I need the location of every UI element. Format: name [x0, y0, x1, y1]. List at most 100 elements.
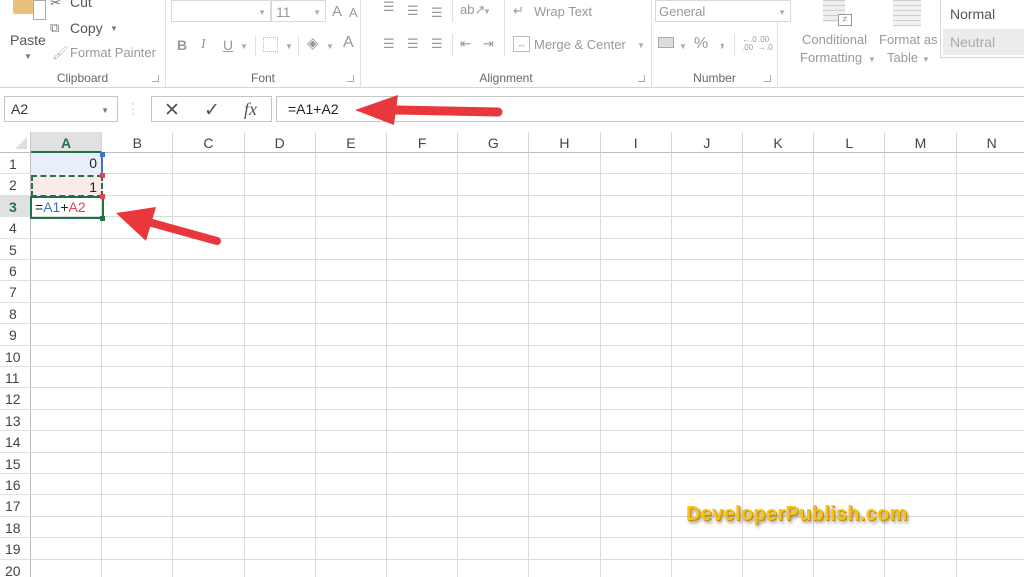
row-header-8[interactable]: 8 [0, 302, 31, 325]
grow-font-button[interactable]: A [332, 3, 342, 20]
italic-button[interactable]: I [201, 37, 206, 53]
fill-color-dropdown-icon[interactable]: ▼ [326, 42, 334, 51]
column-header-c[interactable]: C [173, 132, 245, 153]
ref-a2-handle-bottom[interactable] [100, 194, 105, 199]
merge-center-button[interactable]: ↔ Merge & Center ▼ [513, 35, 648, 55]
row-header-10[interactable]: 10 [0, 345, 31, 367]
row-header-9[interactable]: 9 [0, 324, 31, 346]
underline-button[interactable]: U [223, 37, 233, 53]
borders-dropdown-icon[interactable]: ▼ [285, 42, 293, 51]
bold-button[interactable]: B [177, 37, 187, 53]
number-format-select[interactable]: General ▼ [655, 0, 791, 22]
row-header-17[interactable]: 17 [0, 495, 31, 517]
select-all-button[interactable] [0, 132, 31, 153]
column-header-g[interactable]: G [458, 132, 530, 153]
column-header-i[interactable]: I [600, 132, 672, 153]
row-header-3[interactable]: 3 [0, 195, 31, 218]
paste-dropdown-icon[interactable]: ▼ [24, 52, 32, 61]
row-header-15[interactable]: 15 [0, 452, 31, 474]
decrease-decimal-button[interactable]: .00 →.0 [758, 36, 773, 52]
column-header-m[interactable]: M [885, 132, 957, 153]
format-as-table-icon [893, 0, 921, 26]
row-header-2[interactable]: 2 [0, 174, 31, 196]
alignment-dialog-launcher[interactable] [638, 75, 645, 82]
style-normal[interactable]: Normal [943, 1, 1024, 27]
font-name-select[interactable]: ▼ [171, 0, 271, 22]
row-header-12[interactable]: 12 [0, 388, 31, 410]
align-right-icon[interactable]: ☰ [431, 37, 443, 50]
align-center-icon[interactable]: ☰ [407, 37, 419, 50]
row-header-6[interactable]: 6 [0, 260, 31, 282]
decrease-indent-icon[interactable]: ⇤ [460, 37, 471, 50]
column-header-b[interactable]: B [102, 132, 174, 153]
column-header-l[interactable]: L [814, 132, 886, 153]
arrow-to-formula-bar [355, 95, 503, 125]
cancel-icon[interactable]: ✕ [164, 99, 180, 122]
ref-a2-handle[interactable] [100, 173, 105, 178]
fill-color-icon[interactable]: ◈ [307, 36, 319, 51]
row-header-18[interactable]: 18 [0, 516, 31, 539]
font-color-button[interactable]: A [343, 34, 354, 52]
row-header-19[interactable]: 19 [0, 538, 31, 560]
ref-a1-handle[interactable] [100, 152, 105, 157]
align-left-icon[interactable]: ☰ [383, 37, 395, 50]
row-header-14[interactable]: 14 [0, 431, 31, 453]
name-box-dropdown-icon[interactable]: ▼ [101, 106, 109, 115]
cell-a2[interactable]: 1 [31, 175, 103, 197]
fill-handle[interactable] [100, 216, 105, 221]
column-header-e[interactable]: E [315, 132, 387, 153]
accounting-format-icon[interactable] [658, 37, 674, 48]
borders-icon[interactable] [263, 37, 278, 52]
gridline-horizontal [31, 366, 1024, 367]
column-header-f[interactable]: F [387, 132, 459, 153]
top-align-icon[interactable]: ☰ [383, 0, 395, 13]
row-header-5[interactable]: 5 [0, 238, 31, 260]
font-size-select[interactable]: 11 ▼ [271, 0, 326, 22]
formula-bar-resize-handle[interactable]: · · · [131, 97, 135, 119]
increase-indent-icon[interactable]: ⇥ [483, 37, 494, 50]
row-header-11[interactable]: 11 [0, 367, 31, 389]
column-header-n[interactable]: N [956, 132, 1024, 153]
accounting-dropdown-icon[interactable]: ▼ [679, 42, 687, 51]
format-as-table-button[interactable]: Format as Table ▼ [878, 0, 940, 66]
row-header-4[interactable]: 4 [0, 217, 31, 239]
conditional-formatting-button[interactable]: ≠ Conditional Formatting ▼ [798, 0, 878, 66]
shrink-font-button[interactable]: A [349, 5, 358, 20]
cut-button[interactable]: ✂ Cut [50, 0, 110, 10]
paste-button[interactable]: Paste ▼ [4, 0, 46, 64]
style-neutral[interactable]: Neutral [943, 29, 1024, 55]
comma-style-button[interactable]: , [720, 33, 724, 51]
percent-style-button[interactable]: % [694, 35, 708, 53]
cell-a1[interactable]: 0 [31, 153, 103, 175]
wrap-text-button[interactable]: ↵ Wrap Text [513, 2, 623, 22]
orientation-icon[interactable]: ab↗ [460, 3, 485, 16]
format-painter-button[interactable]: 🖌 Format Painter [50, 44, 162, 64]
bottom-align-icon[interactable]: ☰ [431, 6, 443, 19]
middle-align-icon[interactable]: ☰ [407, 4, 419, 17]
column-header-j[interactable]: J [671, 132, 743, 153]
number-dialog-launcher[interactable] [764, 75, 771, 82]
row-header-20[interactable]: 20 [0, 559, 31, 577]
increase-decimal-button[interactable]: ←.0 .00 [742, 36, 757, 52]
copy-dropdown-icon[interactable]: ▼ [110, 24, 118, 33]
cell-a3-editing[interactable]: =A1+A2 [30, 196, 104, 219]
name-box[interactable]: A2 ▼ [4, 96, 118, 122]
underline-dropdown-icon[interactable]: ▼ [240, 42, 248, 51]
clipboard-dialog-launcher[interactable] [152, 75, 159, 82]
conditional-formatting-label-2: Formatting [800, 50, 863, 65]
column-header-h[interactable]: H [529, 132, 601, 153]
gridline-horizontal [31, 430, 1024, 432]
enter-icon[interactable]: ✓ [204, 99, 220, 122]
number-format-value: General [659, 4, 706, 19]
insert-function-icon[interactable]: fx [244, 99, 257, 120]
column-header-d[interactable]: D [244, 132, 316, 153]
row-header-7[interactable]: 7 [0, 281, 31, 303]
column-header-a[interactable]: A [31, 132, 103, 153]
row-header-13[interactable]: 13 [0, 409, 31, 432]
row-header-16[interactable]: 16 [0, 474, 31, 496]
row-header-1[interactable]: 1 [0, 153, 31, 175]
orientation-dropdown-icon[interactable]: ▼ [483, 7, 491, 16]
copy-button[interactable]: ⧉ Copy ▼ [50, 19, 130, 39]
font-dialog-launcher[interactable] [347, 75, 354, 82]
column-header-k[interactable]: K [743, 132, 815, 153]
